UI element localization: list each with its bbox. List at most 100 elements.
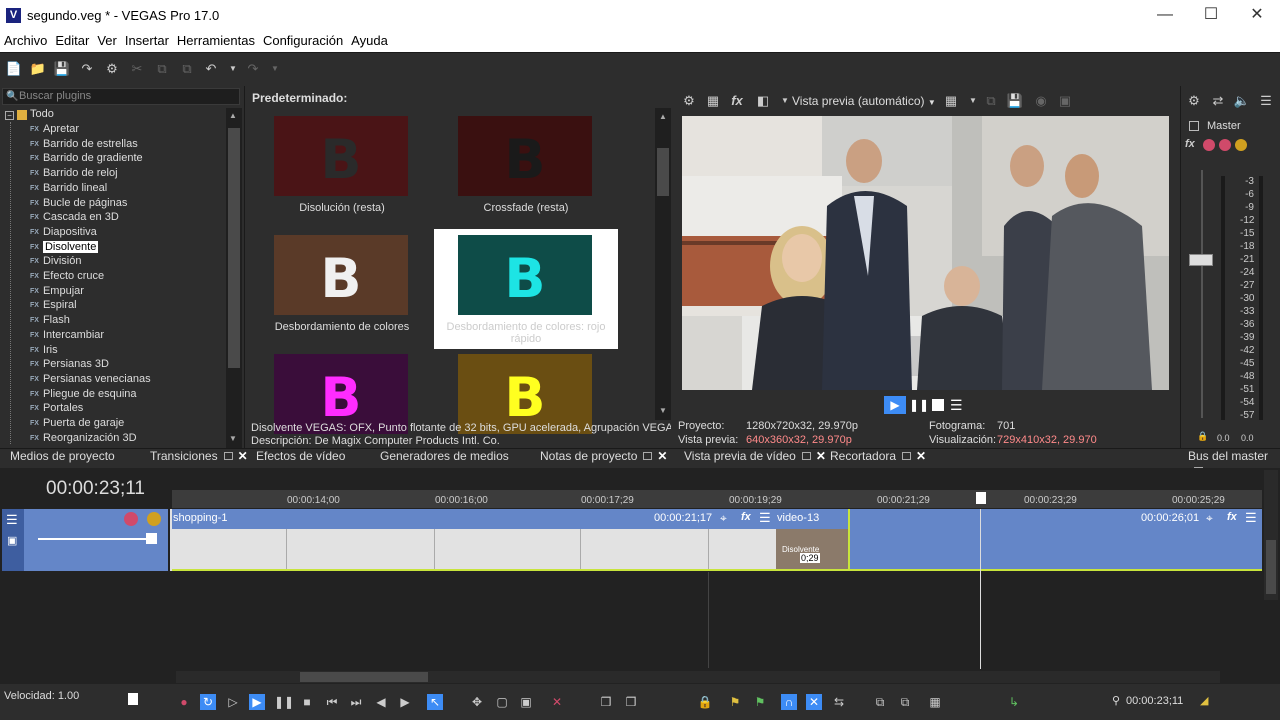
maximize-tab-icon[interactable] — [902, 452, 912, 460]
close-tab-icon[interactable]: ✕ — [816, 449, 826, 463]
scroll-down-icon[interactable]: ▼ — [659, 406, 667, 415]
record-icon[interactable]: ● — [176, 694, 192, 710]
plugin-item[interactable]: FX Barrido lineal — [30, 182, 107, 196]
copy-icon[interactable]: ⧉ — [153, 60, 171, 78]
tab-medios-de-proyecto[interactable]: Medios de proyecto — [10, 449, 115, 465]
menu-herramientas[interactable]: Herramientas — [177, 32, 255, 49]
clip-menu-icon[interactable]: ☰ — [1245, 510, 1257, 526]
lock-icon[interactable]: 🔒 — [1197, 431, 1208, 442]
split-icon[interactable]: ❒ — [598, 694, 614, 710]
menu-configuracion[interactable]: Configuración — [263, 32, 343, 49]
close-button[interactable]: ✕ — [1234, 0, 1280, 32]
stop-icon[interactable]: ■ — [299, 694, 315, 710]
maximize-tab-icon[interactable] — [223, 452, 233, 460]
plugin-item[interactable]: FX Persianas venecianas — [30, 373, 151, 387]
track-menu-icon[interactable]: ☰ — [6, 512, 18, 528]
plugin-item[interactable]: FX Intercambiar — [30, 329, 104, 343]
plugin-item[interactable]: FX Reorganización 3D — [30, 432, 137, 446]
pause-icon[interactable]: ❚❚ — [909, 396, 929, 414]
tab-bus-del-master[interactable]: Bus del master — [1188, 449, 1280, 475]
plugin-item[interactable]: FX Pliegue de esquina — [30, 388, 137, 402]
preset-tile[interactable]: B Desbordamiento de colores: rojo rápido — [434, 229, 618, 349]
mixer-sliders-icon[interactable]: ☰ — [1257, 92, 1275, 110]
plugin-item[interactable]: FX Disolvente — [30, 240, 99, 255]
lock-envelopes-icon[interactable]: ⧉ — [872, 694, 888, 710]
open-folder-icon[interactable]: 📁 — [29, 60, 47, 78]
lock-icon[interactable]: 🔒 — [697, 694, 713, 710]
scroll-thumb[interactable] — [300, 672, 428, 682]
ripple-edit-icon[interactable]: ⇆ — [831, 694, 847, 710]
rate-slider-handle[interactable] — [128, 693, 138, 705]
go-to-end-icon[interactable]: ⏭ — [348, 694, 364, 710]
plugin-item[interactable]: FX Flash — [30, 314, 70, 328]
preset-tile[interactable]: B Crossfade (resta) — [434, 110, 618, 230]
maximize-tab-icon[interactable] — [643, 452, 653, 460]
tree-scrollbar[interactable]: ▲ ▼ — [226, 108, 242, 448]
solo-icon[interactable] — [147, 512, 161, 526]
auto-crossfade-icon[interactable]: ✕ — [806, 694, 822, 710]
scroll-up-icon[interactable]: ▲ — [659, 112, 667, 121]
tab-efectos-de-video[interactable]: Efectos de vídeo — [256, 449, 345, 465]
horizontal-scrollbar[interactable] — [176, 671, 1220, 683]
plugin-item[interactable]: FX Apretar — [30, 123, 79, 137]
plugin-item[interactable]: FX Barrido de gradiente — [30, 152, 143, 166]
scroll-thumb[interactable] — [228, 128, 240, 368]
save-snapshot-icon[interactable]: 💾 — [1006, 92, 1024, 110]
play-icon[interactable]: ▶ — [884, 396, 906, 414]
plugin-item[interactable]: FX Barrido de reloj — [30, 167, 118, 181]
menu-insertar[interactable]: Insertar — [125, 32, 169, 49]
stop-icon[interactable] — [932, 399, 944, 411]
zoom-tool-icon[interactable]: ▣ — [518, 694, 534, 710]
track-level-slider[interactable] — [38, 538, 148, 540]
grid-dropdown-icon[interactable]: ▼ — [964, 92, 982, 110]
search-input[interactable]: 🔍 Buscar plugins — [2, 88, 240, 105]
menu-editar[interactable]: Editar — [55, 32, 89, 49]
copy-snapshot-icon[interactable]: ⧉ — [982, 92, 1000, 110]
track-motion-icon[interactable]: ▣ — [7, 534, 17, 547]
cut-icon[interactable]: ✂ — [128, 60, 146, 78]
settings-gear-icon[interactable]: ⚙ — [103, 60, 121, 78]
new-file-icon[interactable]: 📄 — [5, 60, 23, 78]
menu-ver[interactable]: Ver — [97, 32, 117, 49]
go-to-start-icon[interactable]: ⏮ — [324, 694, 340, 710]
plugin-item[interactable]: FX Barrido de estrellas — [30, 138, 138, 152]
grouping-icon[interactable]: ▦ — [927, 694, 943, 710]
grid-overlay-icon[interactable]: ▦ — [942, 92, 960, 110]
master-automation-icon[interactable] — [1203, 139, 1215, 151]
pause-icon[interactable]: ❚❚ — [274, 694, 294, 710]
maximize-button[interactable]: ☐ — [1188, 0, 1234, 32]
plugin-item[interactable]: FX Empujar — [30, 285, 84, 299]
preset-tile[interactable]: B Disolución (resta) — [250, 110, 434, 230]
redo-icon[interactable]: ↷ — [244, 60, 262, 78]
playhead-marker-icon[interactable] — [976, 492, 986, 504]
mute-icon[interactable] — [124, 512, 138, 526]
plugin-item[interactable]: FX Puerta de garaje — [30, 417, 124, 431]
clip-menu-icon[interactable]: ☰ — [759, 510, 771, 526]
tab-transiciones[interactable]: Transiciones ✕ — [150, 449, 248, 465]
master-settings-gear-icon[interactable]: ⚙ — [1185, 92, 1203, 110]
menu-icon[interactable]: ☰ — [950, 396, 964, 414]
scroll-down-icon[interactable]: ▼ — [229, 434, 237, 443]
crop-icon[interactable]: ⌖ — [720, 511, 727, 526]
envelope-tool-icon[interactable]: ✥ — [469, 694, 485, 710]
undo-icon[interactable]: ↶ — [202, 60, 220, 78]
save-icon[interactable]: 💾 — [53, 60, 71, 78]
fullscreen-icon[interactable]: ▣ — [1056, 92, 1074, 110]
vertical-scrollbar[interactable] — [1264, 470, 1278, 600]
plugin-item[interactable]: FX Diapositiva — [30, 226, 97, 240]
close-tab-icon[interactable]: ✕ — [916, 449, 926, 463]
loop-icon[interactable]: ↻ — [200, 694, 216, 710]
region-icon[interactable]: ⚑ — [752, 694, 768, 710]
delete-icon[interactable]: ✕ — [549, 694, 565, 710]
tab-vista-previa-de-video[interactable]: Vista previa de vídeo ✕ — [684, 449, 826, 465]
ignore-grouping-icon[interactable]: ⧉ — [897, 694, 913, 710]
close-tab-icon[interactable]: ✕ — [657, 449, 667, 463]
plugin-item[interactable]: FX Espiral — [30, 299, 77, 313]
undo-dropdown-icon[interactable]: ▼ — [224, 60, 242, 78]
menu-ayuda[interactable]: Ayuda — [351, 32, 388, 49]
tree-root[interactable]: Todo — [30, 108, 54, 120]
presets-scrollbar[interactable]: ▲ ▼ — [655, 108, 671, 420]
video-fx-icon[interactable]: ↳ — [1006, 694, 1022, 710]
trim-icon[interactable]: ❒ — [623, 694, 639, 710]
track-header[interactable]: ☰ ▣ — [2, 509, 168, 571]
